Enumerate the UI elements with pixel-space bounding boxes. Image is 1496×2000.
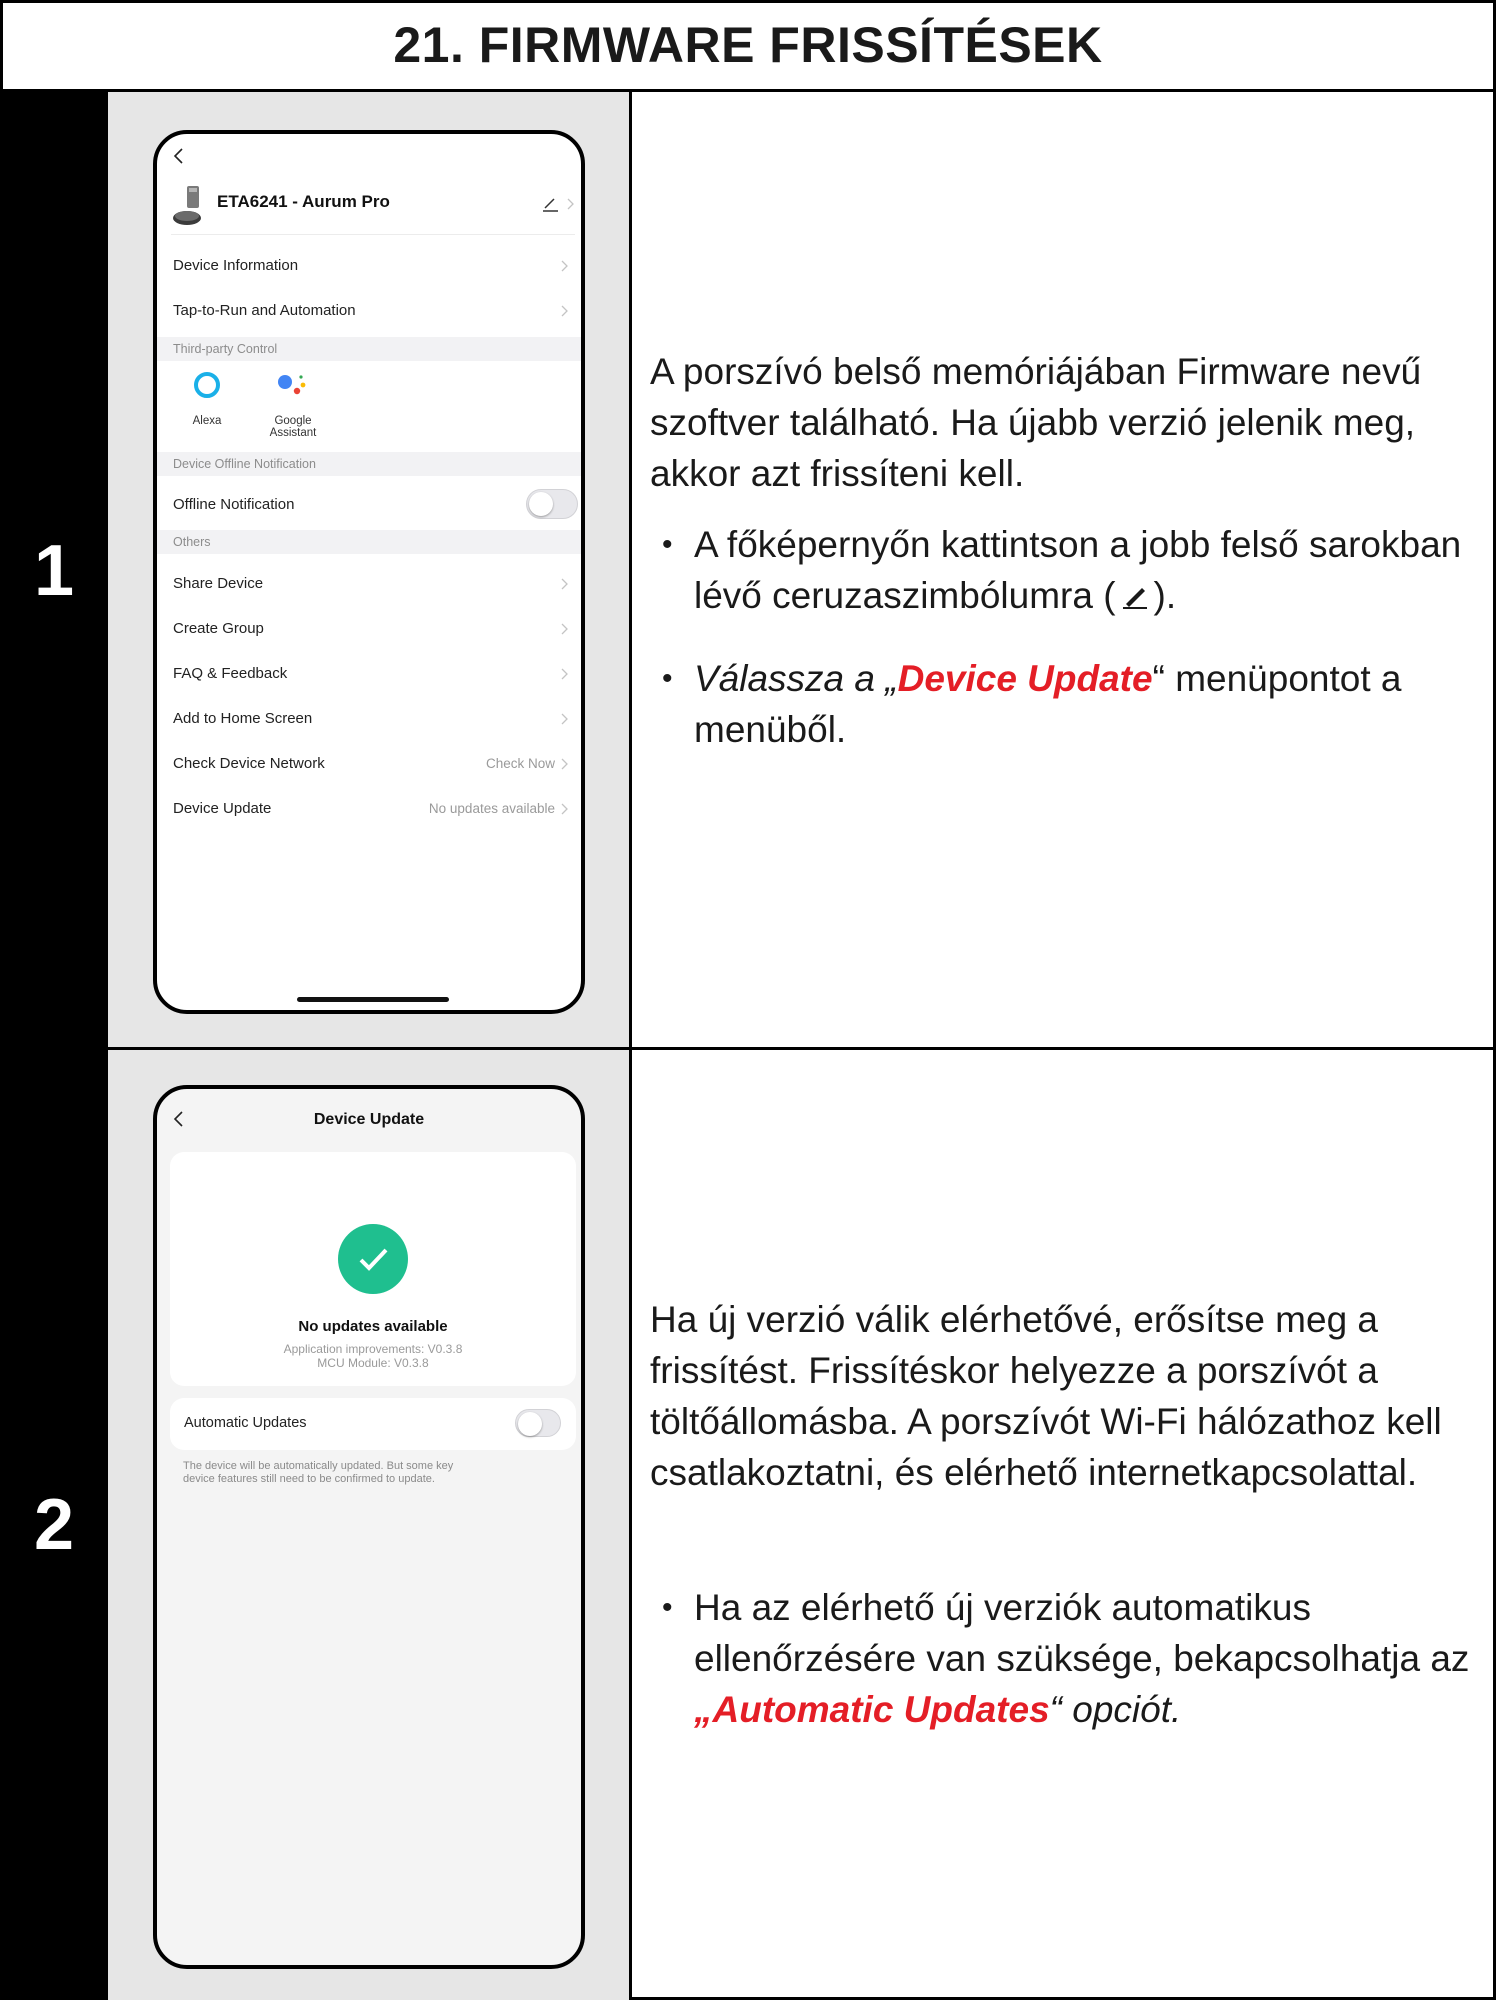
- phone-screen-settings: ETA6241 - Aurum Pro Device Information T…: [153, 130, 585, 1014]
- auto-updates-description: The device will be automatically updated…: [183, 1460, 454, 1485]
- step2-bullet-1: Ha az elérhető új verziók automatikus el…: [650, 1582, 1496, 1735]
- google-label-2: Assistant: [269, 427, 317, 439]
- google-label-1: Google: [274, 415, 312, 427]
- step1-bullets: A főképernyőn kattintson a jobb felső sa…: [650, 519, 1496, 755]
- chevron-right-icon: [561, 758, 568, 769]
- chevron-right-icon: [561, 623, 568, 634]
- chevron-right-icon: [561, 305, 568, 316]
- app-version: Application improvements: V0.3.8: [283, 1342, 463, 1356]
- alexa-tile[interactable]: Alexa: [175, 370, 239, 427]
- update-status-card: No updates available Application improve…: [170, 1152, 576, 1386]
- check-circle-icon: [338, 1224, 408, 1294]
- chevron-right-icon: [561, 713, 568, 724]
- robot-vacuum-icon: [171, 184, 207, 228]
- chevron-right-icon: [561, 260, 568, 271]
- auto-updates-row: Automatic Updates: [170, 1398, 576, 1450]
- edit-pencil-icon[interactable]: [542, 196, 560, 212]
- screen-title: Device Update: [313, 1111, 425, 1128]
- instructions-step-2: Ha új verzió válik elérhetővé, erősítse …: [632, 1050, 1496, 2000]
- step1-intro: A porszívó belső memóriájában Firmware n…: [650, 351, 1422, 494]
- chevron-right-icon: [561, 668, 568, 679]
- menu-device-update[interactable]: Device Update No updates available: [157, 780, 581, 837]
- auto-updates-toggle[interactable]: [515, 1409, 561, 1437]
- step-number: 2: [33, 1485, 75, 1565]
- step2-intro: Ha új verzió válik elérhetővé, erősítse …: [650, 1299, 1442, 1493]
- section-offline: Device Offline Notification: [157, 452, 581, 476]
- chevron-right-icon: [561, 578, 568, 589]
- step2-bullets: Ha az elérhető új verziók automatikus el…: [650, 1582, 1496, 1735]
- google-assistant-icon: [278, 375, 306, 395]
- chevron-right-icon: [561, 803, 568, 814]
- divider: [171, 234, 575, 235]
- device-update-highlight: Device Update: [897, 658, 1153, 699]
- step-number: 1: [33, 531, 75, 611]
- page-header: 21. FIRMWARE FRISSÍTÉSEK: [0, 0, 1496, 92]
- home-indicator: [297, 997, 449, 1002]
- alexa-icon: [194, 372, 220, 398]
- offline-notification-toggle[interactable]: [526, 489, 578, 519]
- mcu-version: MCU Module: V0.3.8: [317, 1356, 429, 1370]
- step-number-column-1: 1: [0, 92, 108, 1050]
- automatic-updates-highlight: Automatic Updates: [712, 1689, 1050, 1730]
- menu-offline-notification: Offline Notification: [173, 496, 295, 513]
- phone-screen-device-update: Device Update No updates available Appli…: [153, 1085, 585, 1969]
- device-name: ETA6241 - Aurum Pro: [217, 192, 390, 211]
- pencil-icon: [1122, 588, 1147, 609]
- section-third-party: Third-party Control: [157, 337, 581, 361]
- step1-bullet-2: Válassza a „Device Update“ menüpontot a …: [650, 653, 1496, 755]
- menu-tap-to-run[interactable]: Tap-to-Run and Automation: [157, 282, 581, 339]
- google-assistant-tile[interactable]: Google Assistant: [253, 370, 333, 439]
- auto-updates-label: Automatic Updates: [184, 1415, 307, 1431]
- instructions-step-1: A porszívó belső memóriájában Firmware n…: [632, 92, 1496, 1050]
- chevron-right-icon: [567, 198, 574, 210]
- back-icon[interactable]: [171, 148, 187, 164]
- page-title: 21. FIRMWARE FRISSÍTÉSEK: [393, 16, 1103, 73]
- step1-bullet-1: A főképernyőn kattintson a jobb felső sa…: [650, 519, 1496, 621]
- step-number-column-2: 2: [0, 1050, 108, 2000]
- update-status: No updates available: [298, 1318, 448, 1335]
- section-others: Others: [157, 530, 581, 554]
